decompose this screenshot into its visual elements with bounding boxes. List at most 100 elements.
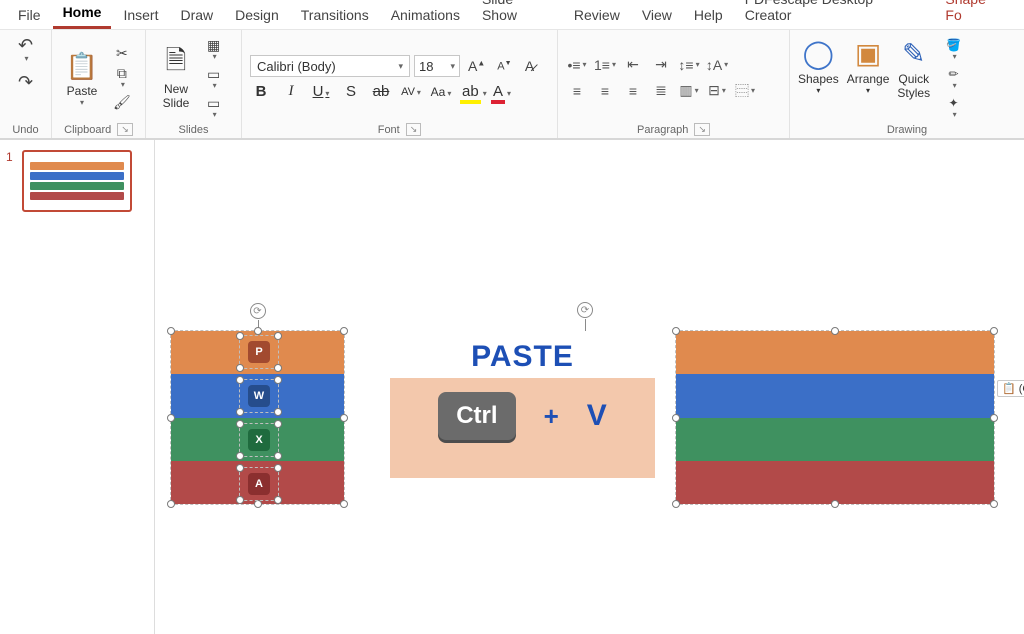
tab-review[interactable]: Review: [564, 3, 630, 29]
redo-button[interactable]: ↷: [14, 71, 37, 93]
align-text-button[interactable]: ⊟: [706, 81, 728, 101]
selection-handle[interactable]: [167, 327, 175, 335]
rotate-handle-icon[interactable]: ⟳: [250, 303, 266, 319]
selection-handle[interactable]: [236, 364, 244, 372]
new-slide-button[interactable]: 🗎 New Slide: [154, 42, 198, 114]
selection-handle[interactable]: [274, 452, 282, 460]
shape-stripes-left[interactable]: ⟳ P W: [170, 330, 345, 505]
selection-handle[interactable]: [340, 500, 348, 508]
reset-button[interactable]: ▭: [203, 65, 224, 92]
font-name-combo[interactable]: Calibri (Body)▾: [250, 55, 410, 77]
selection-handle[interactable]: [236, 464, 244, 472]
strike-button[interactable]: ab: [370, 83, 392, 100]
clear-format-button[interactable]: A̷: [520, 56, 540, 76]
selection-handle[interactable]: [274, 496, 282, 504]
clipboard-launcher[interactable]: ↘: [117, 123, 133, 136]
text-direction-button[interactable]: ↕A: [706, 55, 728, 75]
font-color-button[interactable]: A: [490, 83, 512, 100]
layout-button[interactable]: ▦: [203, 36, 224, 63]
tab-animations[interactable]: Animations: [381, 3, 470, 29]
selection-handle[interactable]: [274, 408, 282, 416]
selection-handle[interactable]: [236, 452, 244, 460]
tab-shape-format[interactable]: Shape Fo: [935, 0, 1016, 29]
tab-insert[interactable]: Insert: [113, 3, 168, 29]
selection-handle[interactable]: [990, 414, 998, 422]
tab-pdfescape[interactable]: PDFescape Desktop Creator: [735, 0, 934, 29]
shape-effects-button[interactable]: ✦: [942, 94, 965, 121]
slide-canvas[interactable]: ⟳ P W: [155, 140, 1024, 634]
selection-handle[interactable]: [236, 376, 244, 384]
indent-dec-button[interactable]: ⇤: [622, 55, 644, 75]
undo-button[interactable]: ↶: [14, 34, 37, 65]
selection-handle[interactable]: [236, 408, 244, 416]
tab-draw[interactable]: Draw: [170, 3, 223, 29]
selection-handle[interactable]: [340, 327, 348, 335]
shadow-button[interactable]: S: [340, 83, 362, 100]
cut-button[interactable]: ✂: [109, 44, 135, 62]
tab-view[interactable]: View: [632, 3, 682, 29]
justify-button[interactable]: ≣: [650, 81, 672, 101]
numbering-button[interactable]: 1≡: [594, 55, 616, 75]
shape-fill-button[interactable]: 🪣: [942, 36, 965, 63]
italic-button[interactable]: I: [280, 83, 302, 100]
paste-instruction-card[interactable]: PASTE Ctrl + V: [390, 378, 655, 478]
shape-stripes-right[interactable]: [675, 330, 995, 505]
section-button[interactable]: ▭: [203, 94, 224, 121]
shapes-button[interactable]: ◯ Shapes▾: [798, 36, 839, 95]
selection-handle[interactable]: [274, 364, 282, 372]
selection-handle[interactable]: [274, 376, 282, 384]
selection-handle[interactable]: [274, 464, 282, 472]
selection-handle[interactable]: [672, 327, 680, 335]
quick-styles-button[interactable]: ✎ Quick Styles: [897, 36, 930, 100]
inner-shape-x[interactable]: X: [239, 423, 279, 457]
selection-handle[interactable]: [236, 496, 244, 504]
selection-handle[interactable]: [340, 414, 348, 422]
tab-slide-show[interactable]: Slide Show: [472, 0, 562, 29]
paragraph-launcher[interactable]: ↘: [694, 123, 710, 136]
tab-home[interactable]: Home: [53, 0, 112, 29]
tab-transitions[interactable]: Transitions: [291, 3, 379, 29]
selection-handle[interactable]: [274, 332, 282, 340]
change-case-button[interactable]: Aa: [430, 85, 452, 99]
arrange-button[interactable]: ▣ Arrange▾: [847, 36, 890, 95]
selection-handle[interactable]: [831, 327, 839, 335]
selection-handle[interactable]: [167, 500, 175, 508]
align-left-button[interactable]: ≡: [566, 81, 588, 101]
rotate-handle-icon[interactable]: ⟳: [577, 302, 593, 318]
selection-handle[interactable]: [254, 327, 262, 335]
tab-design[interactable]: Design: [225, 3, 289, 29]
line-spacing-button[interactable]: ↕≡: [678, 55, 700, 75]
char-spacing-button[interactable]: AV: [400, 86, 422, 98]
columns-button[interactable]: ▥: [678, 81, 700, 101]
paste-options-button[interactable]: 📋 (Ctrl) ▾: [997, 380, 1024, 397]
slide-thumbnail-1[interactable]: 1: [6, 150, 148, 212]
selection-handle[interactable]: [236, 332, 244, 340]
selection-handle[interactable]: [167, 414, 175, 422]
shape-outline-button[interactable]: ✏: [942, 65, 965, 92]
bold-button[interactable]: B: [250, 83, 272, 100]
inner-shape-a[interactable]: A: [239, 467, 279, 501]
paste-button[interactable]: 📋 Paste ▾: [60, 44, 104, 111]
selection-handle[interactable]: [990, 500, 998, 508]
bullets-button[interactable]: •≡: [566, 55, 588, 75]
increase-font-button[interactable]: A▲: [464, 56, 489, 76]
selection-handle[interactable]: [274, 420, 282, 428]
selection-handle[interactable]: [672, 500, 680, 508]
tab-help[interactable]: Help: [684, 3, 733, 29]
align-center-button[interactable]: ≡: [594, 81, 616, 101]
copy-button[interactable]: ⧉: [109, 64, 135, 91]
selection-handle[interactable]: [831, 500, 839, 508]
decrease-font-button[interactable]: A▼: [493, 58, 515, 75]
inner-shape-w[interactable]: W: [239, 379, 279, 413]
selection-handle[interactable]: [236, 420, 244, 428]
highlight-button[interactable]: ab: [460, 83, 482, 100]
tab-file[interactable]: File: [8, 3, 51, 29]
font-size-combo[interactable]: 18▾: [414, 55, 460, 77]
selection-handle[interactable]: [990, 327, 998, 335]
format-painter-button[interactable]: 🖌: [109, 93, 135, 111]
selection-handle[interactable]: [672, 414, 680, 422]
align-right-button[interactable]: ≡: [622, 81, 644, 101]
underline-button[interactable]: U: [310, 83, 332, 100]
inner-shape-p[interactable]: P: [239, 335, 279, 369]
smartart-button[interactable]: ⿳: [734, 81, 756, 101]
